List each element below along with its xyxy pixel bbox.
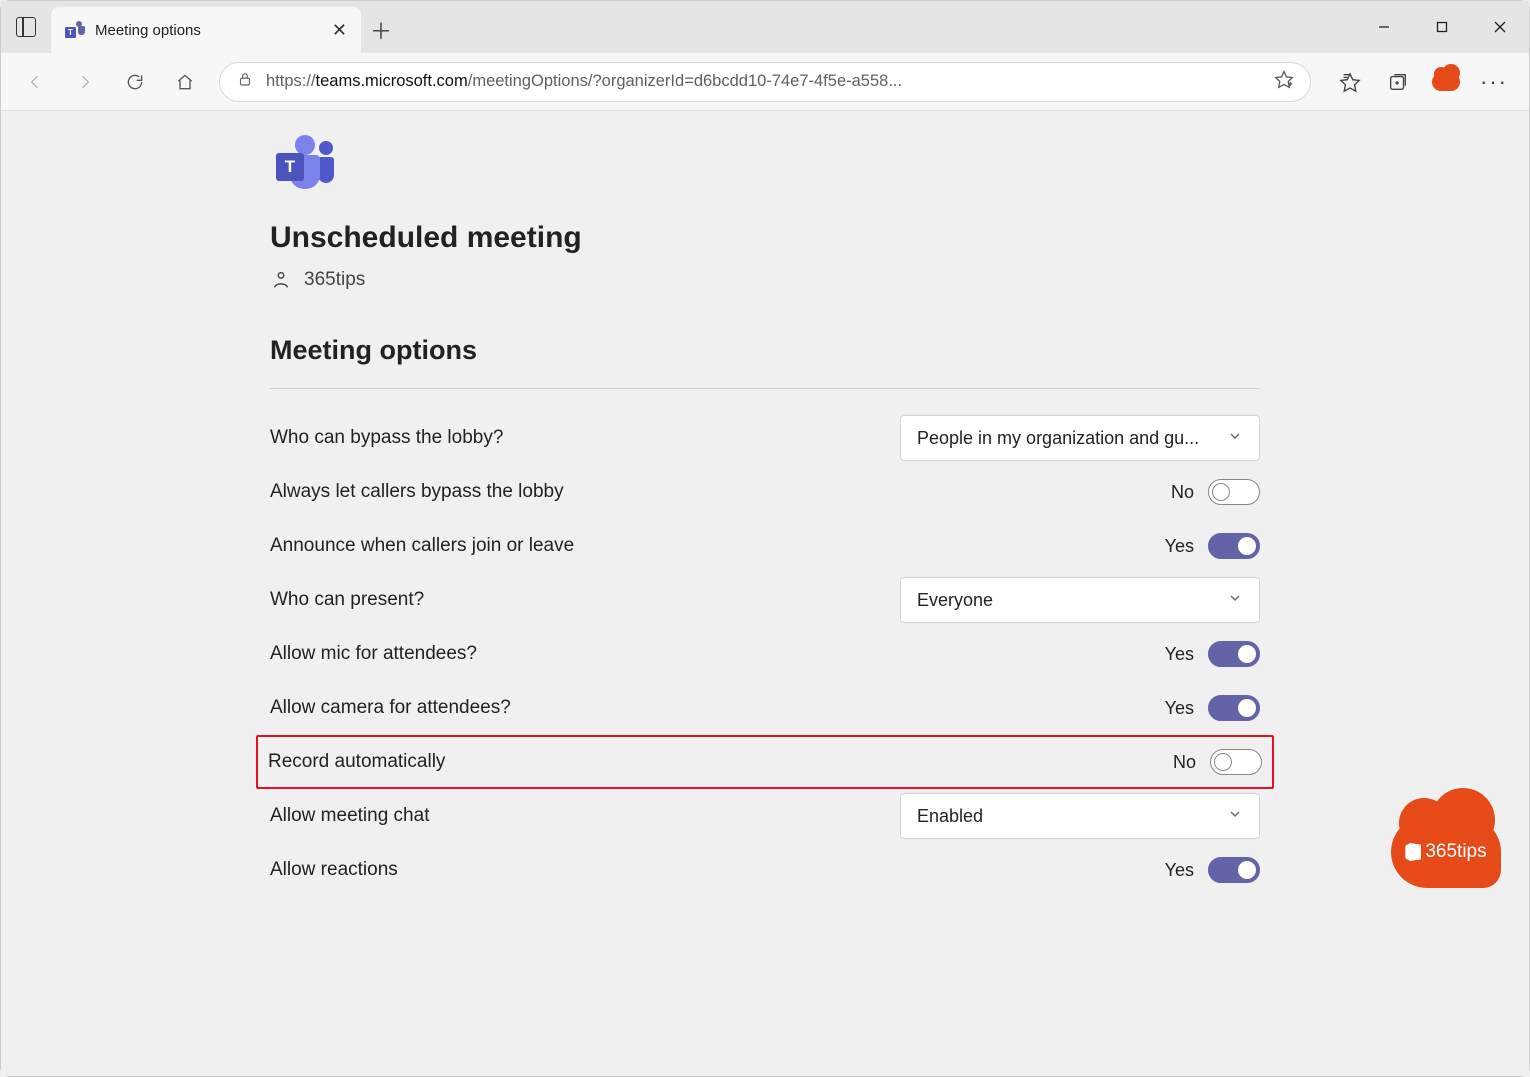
- option-label: Who can present?: [270, 589, 900, 611]
- url-input[interactable]: https://teams.microsoft.com/meetingOptio…: [219, 62, 1311, 102]
- tab-title: Meeting options: [95, 22, 322, 39]
- tab-overview-icon: [16, 17, 36, 37]
- option-label: Allow reactions: [270, 859, 1162, 881]
- minimize-button[interactable]: [1355, 1, 1413, 53]
- organizer-name: 365tips: [304, 269, 365, 291]
- allow-mic-toggle[interactable]: [1208, 641, 1260, 667]
- option-present: Who can present? Everyone: [270, 573, 1260, 627]
- chevron-down-icon: [1227, 590, 1243, 611]
- callers-bypass-toggle[interactable]: [1208, 479, 1260, 505]
- refresh-button[interactable]: [113, 60, 157, 104]
- toggle-value: Yes: [1162, 698, 1194, 719]
- option-bypass-lobby: Who can bypass the lobby? People in my o…: [270, 411, 1260, 465]
- collections-button[interactable]: [1375, 60, 1421, 104]
- option-label: Allow camera for attendees?: [270, 697, 1162, 719]
- select-value: People in my organization and gu...: [917, 428, 1217, 449]
- option-label: Allow mic for attendees?: [270, 643, 1162, 665]
- option-label: Announce when callers join or leave: [270, 535, 1162, 557]
- option-callers-bypass: Always let callers bypass the lobby No: [270, 465, 1260, 519]
- select-value: Everyone: [917, 590, 1217, 611]
- title-bar: T Meeting options ✕ ＋: [1, 1, 1529, 53]
- address-bar: https://teams.microsoft.com/meetingOptio…: [1, 53, 1529, 111]
- page-viewport[interactable]: T Unscheduled meeting 365tips Meeting op…: [1, 111, 1529, 1076]
- toolbar-right: ···: [1323, 60, 1517, 104]
- option-label: Record automatically: [268, 751, 1164, 773]
- select-value: Enabled: [917, 806, 1217, 827]
- home-button[interactable]: [163, 60, 207, 104]
- close-window-button[interactable]: [1471, 1, 1529, 53]
- forward-button[interactable]: [63, 60, 107, 104]
- option-label: Allow meeting chat: [270, 805, 900, 827]
- more-button[interactable]: ···: [1471, 60, 1517, 104]
- toggle-value: Yes: [1162, 536, 1194, 557]
- option-label: Who can bypass the lobby?: [270, 427, 900, 449]
- announce-toggle[interactable]: [1208, 533, 1260, 559]
- toggle-value: Yes: [1162, 860, 1194, 881]
- chevron-down-icon: [1227, 806, 1243, 827]
- lock-icon: [236, 70, 254, 93]
- maximize-button[interactable]: [1413, 1, 1471, 53]
- watermark-365tips-badge: 365tips: [1391, 816, 1501, 888]
- meeting-chat-select[interactable]: Enabled: [900, 793, 1260, 839]
- option-allow-mic: Allow mic for attendees? Yes: [270, 627, 1260, 681]
- watermark-text: 365tips: [1391, 816, 1501, 888]
- option-meeting-chat: Allow meeting chat Enabled: [270, 789, 1260, 843]
- option-record-auto: Record automatically No: [256, 735, 1274, 789]
- bypass-lobby-select[interactable]: People in my organization and gu...: [900, 415, 1260, 461]
- present-select[interactable]: Everyone: [900, 577, 1260, 623]
- meeting-title: Unscheduled meeting: [270, 221, 1260, 255]
- more-icon: ···: [1480, 69, 1508, 95]
- cloud-icon: [1432, 73, 1460, 91]
- meeting-options-content: T Unscheduled meeting 365tips Meeting op…: [270, 111, 1260, 957]
- window-controls: [1355, 1, 1529, 53]
- option-label: Always let callers bypass the lobby: [270, 481, 1162, 503]
- reactions-toggle[interactable]: [1208, 857, 1260, 883]
- toggle-value: No: [1164, 752, 1196, 773]
- office-icon: [1405, 843, 1421, 861]
- favorite-button[interactable]: [1274, 69, 1294, 94]
- extension-365tips-button[interactable]: [1423, 60, 1469, 104]
- toggle-value: Yes: [1162, 644, 1194, 665]
- teams-favicon-icon: T: [65, 20, 85, 40]
- option-allow-camera: Allow camera for attendees? Yes: [270, 681, 1260, 735]
- section-heading: Meeting options: [270, 335, 1260, 389]
- option-reactions: Allow reactions Yes: [270, 843, 1260, 897]
- tab-overview-button[interactable]: [1, 1, 51, 53]
- tab-close-button[interactable]: ✕: [332, 20, 347, 41]
- allow-camera-toggle[interactable]: [1208, 695, 1260, 721]
- browser-tab[interactable]: T Meeting options ✕: [51, 7, 361, 53]
- new-tab-button[interactable]: ＋: [361, 7, 401, 53]
- toggle-value: No: [1162, 482, 1194, 503]
- organizer-row: 365tips: [270, 269, 1260, 291]
- record-auto-toggle[interactable]: [1210, 749, 1262, 775]
- back-button[interactable]: [13, 60, 57, 104]
- favorites-button[interactable]: [1327, 60, 1373, 104]
- option-announce: Announce when callers join or leave Yes: [270, 519, 1260, 573]
- person-icon: [270, 269, 292, 291]
- url-text: https://teams.microsoft.com/meetingOptio…: [266, 72, 1262, 91]
- chevron-down-icon: [1227, 428, 1243, 449]
- teams-logo-icon: T: [276, 135, 336, 191]
